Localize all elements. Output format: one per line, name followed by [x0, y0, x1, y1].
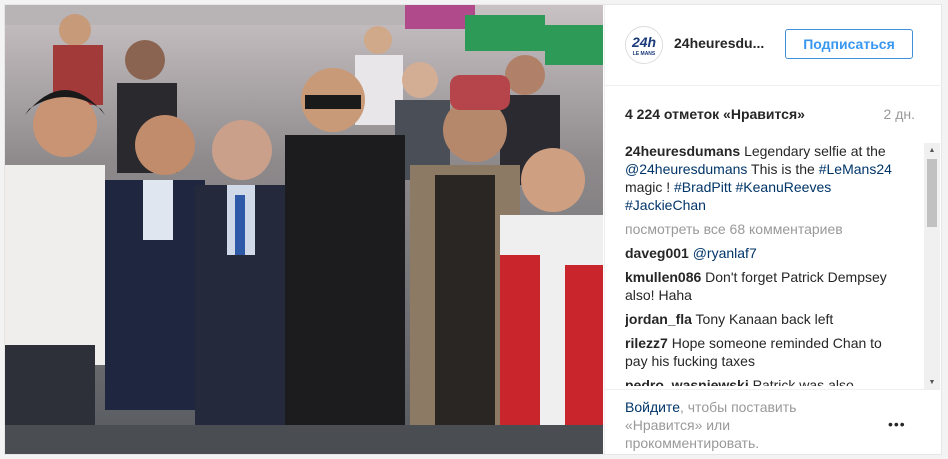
le-mans-logo: 24h LE MANS — [626, 27, 662, 63]
account-username[interactable]: 24heuresdu... — [674, 35, 774, 51]
comments-scrollbar[interactable]: ▲ ▼ — [924, 143, 940, 389]
comment-author[interactable]: jordan_fla — [625, 311, 692, 327]
caption-text-3: magic ! — [625, 179, 675, 195]
post-age[interactable]: 2 дн. — [884, 106, 915, 122]
caption-mention[interactable]: @24heuresdumans — [625, 161, 747, 177]
hashtag-jackiechan[interactable]: #JackieChan — [625, 197, 706, 213]
likes-count[interactable]: 4 224 отметок «Нравится» — [625, 106, 805, 122]
comment-item: daveg001 @ryanlaf7 — [625, 244, 903, 262]
caption-text-2: This is the — [747, 161, 819, 177]
group-selfie-image — [5, 5, 603, 454]
likes-row: 4 224 отметок «Нравится» 2 дн. — [625, 106, 915, 124]
scrollbar-thumb[interactable] — [927, 159, 937, 227]
account-avatar[interactable]: 24h LE MANS — [625, 26, 663, 64]
comment-text[interactable]: @ryanlaf7 — [693, 245, 757, 261]
post-photo[interactable] — [5, 5, 603, 454]
logo-subtext: LE MANS — [633, 51, 656, 57]
more-options-icon[interactable]: ••• — [888, 416, 906, 432]
comments-list: 24heuresdumans Legendary selfie at the @… — [625, 142, 903, 386]
comment-author[interactable]: kmullen086 — [625, 269, 701, 285]
scroll-up-arrow-icon[interactable]: ▲ — [924, 143, 940, 157]
login-link[interactable]: Войдите — [625, 399, 680, 415]
comment-text: Patrick was also — [752, 377, 854, 386]
follow-button[interactable]: Подписаться — [785, 29, 913, 59]
post-container: 24h LE MANS 24heuresdu... Подписаться 4 … — [4, 4, 942, 455]
caption-author[interactable]: 24heuresdumans — [625, 143, 740, 159]
caption: 24heuresdumans Legendary selfie at the @… — [625, 142, 903, 214]
post-sidebar: 24h LE MANS 24heuresdu... Подписаться 4 … — [604, 5, 942, 454]
hashtag-bradpitt[interactable]: #BradPitt — [674, 179, 732, 195]
comment-item: rilezz7 Hope someone reminded Chan to pa… — [625, 334, 903, 370]
hashtag-keanureeves[interactable]: #KeanuReeves — [736, 179, 832, 195]
comment-item: kmullen086 Don't forget Patrick Dempsey … — [625, 268, 903, 304]
view-all-comments-link[interactable]: посмотреть все 68 комментариев — [625, 220, 903, 238]
comment-author[interactable]: rilezz7 — [625, 335, 668, 351]
login-prompt: Войдите, чтобы поставить «Нравится» или … — [625, 398, 865, 452]
comment-author[interactable]: daveg001 — [625, 245, 689, 261]
hashtag-lemans24[interactable]: #LeMans24 — [819, 161, 892, 177]
scroll-down-arrow-icon[interactable]: ▼ — [924, 375, 940, 389]
post-footer: Войдите, чтобы поставить «Нравится» или … — [605, 389, 942, 455]
comment-item: jordan_fla Tony Kanaan back left — [625, 310, 903, 328]
comment-text: Tony Kanaan back left — [695, 311, 834, 327]
post-header: 24h LE MANS 24heuresdu... Подписаться — [605, 5, 942, 86]
comment-author[interactable]: pedro_wasniewski — [625, 377, 749, 386]
logo-text: 24h — [631, 34, 656, 50]
comment-item: pedro_wasniewski Patrick was also — [625, 376, 903, 386]
caption-text-1: Legendary selfie at the — [744, 143, 886, 159]
